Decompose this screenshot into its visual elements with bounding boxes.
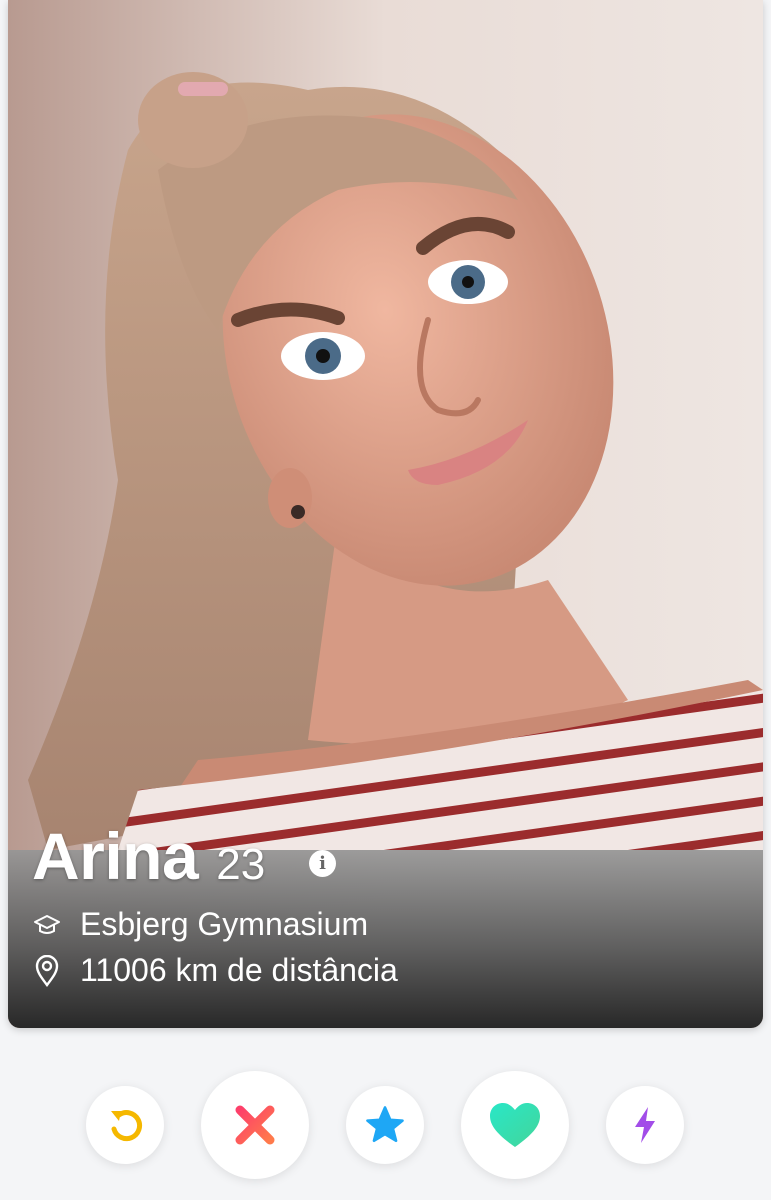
app-screen: Arina 23 i Esbjerg Gymnasium 11006 km de… (0, 0, 771, 1200)
profile-name: Arina (32, 819, 199, 893)
name-age-row: Arina 23 (32, 818, 265, 894)
action-bar (0, 1070, 771, 1180)
rewind-icon (111, 1110, 142, 1142)
bolt-icon (635, 1107, 655, 1143)
star-icon (366, 1106, 404, 1143)
profile-age: 23 (216, 840, 266, 889)
heart-icon (490, 1103, 540, 1147)
super-like-button[interactable] (346, 1086, 424, 1164)
nope-button[interactable] (201, 1071, 309, 1179)
info-icon[interactable]: i (309, 850, 336, 877)
distance-row: 11006 km de distância (32, 952, 398, 989)
school-text: Esbjerg Gymnasium (80, 906, 369, 942)
location-pin-icon (32, 954, 62, 987)
distance-text: 11006 km de distância (80, 952, 398, 988)
rewind-button[interactable] (86, 1086, 164, 1164)
like-button[interactable] (461, 1071, 569, 1179)
graduation-cap-icon (32, 910, 62, 940)
school-row: Esbjerg Gymnasium (32, 906, 368, 943)
close-icon (235, 1105, 275, 1145)
boost-button[interactable] (606, 1086, 684, 1164)
